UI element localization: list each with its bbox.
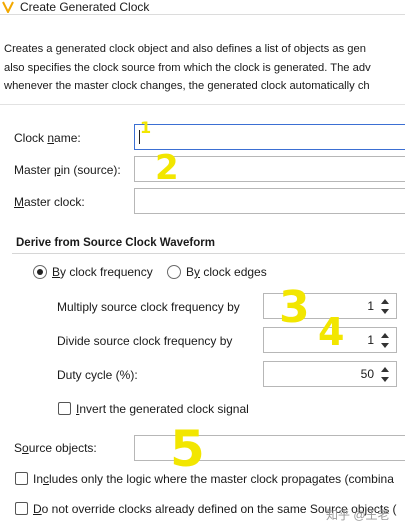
spinner-up-icon[interactable] [381,333,389,338]
by-clock-edges-label[interactable]: By clock edges [186,265,267,279]
multiply-spinner[interactable]: 1 [263,293,397,319]
app-logo-icon [2,1,14,13]
includes-logic-label[interactable]: Includes only the logic where the master… [33,472,405,486]
spinner-arrows[interactable] [380,330,392,350]
master-clock-label: Master clock: [14,195,85,209]
divide-spinner[interactable]: 1 [263,327,397,353]
description-line: whenever the master clock changes, the g… [4,80,370,92]
divide-value: 1 [367,333,374,347]
source-objects-input[interactable] [134,435,405,461]
do-not-override-checkbox[interactable] [15,502,28,515]
spinner-down-icon[interactable] [381,309,389,314]
spinner-arrows[interactable] [380,296,392,316]
by-clock-edges-radio[interactable] [167,265,181,279]
master-pin-input[interactable] [134,156,405,182]
multiply-label: Multiply source clock frequency by [57,300,240,314]
duty-cycle-spinner[interactable]: 50 [263,361,397,387]
separator [0,104,405,105]
master-clock-input[interactable] [134,188,405,214]
includes-logic-checkbox[interactable] [15,472,28,485]
spinner-down-icon[interactable] [381,343,389,348]
watermark: 知乎 @王老 [326,508,390,522]
description-line: also specifies the clock source from whi… [4,61,371,74]
invert-clock-label[interactable]: Invert the generated clock signal [76,402,249,416]
spinner-arrows[interactable] [380,364,392,384]
clock-name-input[interactable] [134,124,405,150]
spinner-down-icon[interactable] [381,377,389,382]
clock-name-label: Clock name: [14,131,81,145]
text-caret [139,130,140,144]
master-pin-label: Master pin (source): [14,163,121,177]
separator [12,253,405,254]
description-line: Creates a generated clock object and als… [4,43,366,55]
derive-section-title: Derive from Source Clock Waveform [16,237,215,249]
title-bar: Create Generated Clock [0,0,405,15]
description-text: Creates a generated clock object and als… [4,40,405,96]
duty-cycle-label: Duty cycle (%): [57,368,138,382]
source-objects-label: Source objects: [14,441,97,455]
by-clock-frequency-label[interactable]: By clock frequency [52,265,153,279]
divide-label: Divide source clock frequency by [57,334,233,348]
duty-cycle-value: 50 [360,367,374,381]
spinner-up-icon[interactable] [381,299,389,304]
invert-clock-checkbox[interactable] [58,402,71,415]
by-clock-frequency-radio[interactable] [33,265,47,279]
radio-selected-dot [37,269,43,275]
multiply-value: 1 [367,299,374,313]
window-title: Create Generated Clock [20,0,150,14]
spinner-up-icon[interactable] [381,367,389,372]
